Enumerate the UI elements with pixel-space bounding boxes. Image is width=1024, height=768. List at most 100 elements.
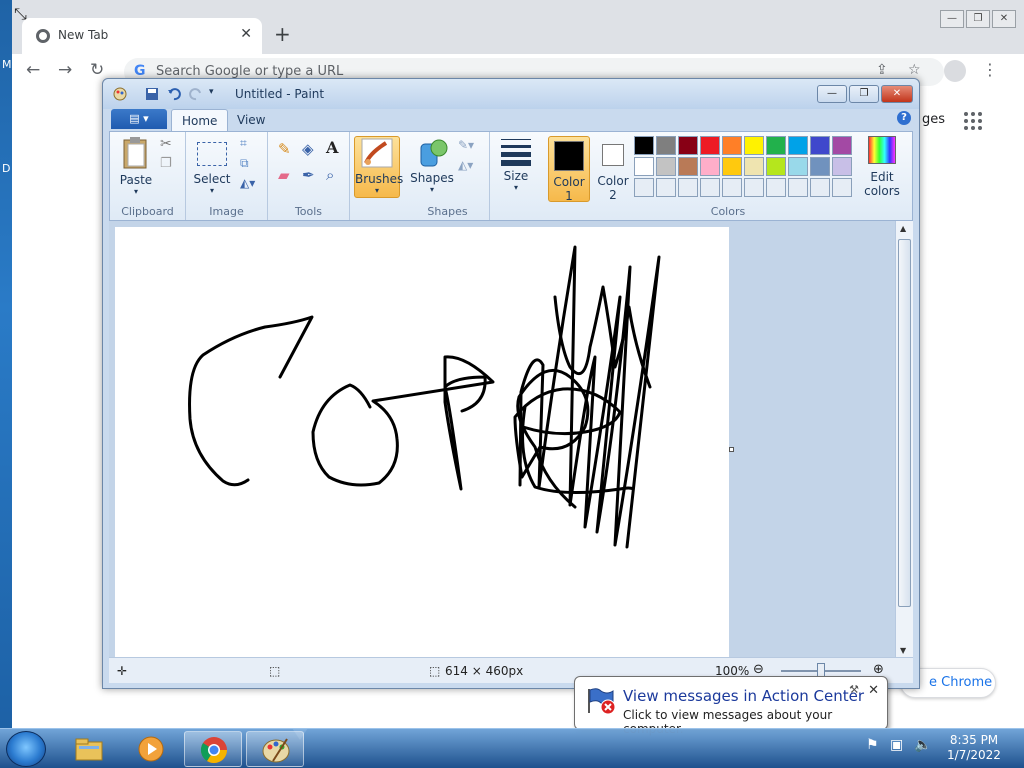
fill-shape-icon[interactable]: ◭▾ xyxy=(458,158,476,176)
redo-icon[interactable] xyxy=(189,87,203,101)
palette-swatch[interactable] xyxy=(788,157,808,176)
start-button[interactable] xyxy=(6,731,46,767)
palette-swatch[interactable] xyxy=(700,136,720,155)
palette-swatch[interactable] xyxy=(744,136,764,155)
palette-swatch[interactable] xyxy=(656,136,676,155)
rotate-icon[interactable]: ◭▾ xyxy=(240,176,258,194)
paste-dropdown-icon[interactable]: ▾ xyxy=(118,187,154,196)
notification-title[interactable]: View messages in Action Center xyxy=(623,687,864,705)
palette-swatch[interactable] xyxy=(722,136,742,155)
eraser-icon[interactable]: ▰ xyxy=(278,166,296,184)
zoom-out-icon[interactable]: ⊖ xyxy=(753,662,764,677)
resize-handle-right[interactable] xyxy=(729,447,734,452)
brushes-button[interactable]: Brushes ▾ xyxy=(354,136,403,198)
images-link[interactable]: ges xyxy=(922,112,945,127)
palette-swatch[interactable] xyxy=(766,136,786,155)
zoom-slider-thumb[interactable] xyxy=(817,663,825,677)
share-icon[interactable]: ⇪ xyxy=(876,62,888,78)
paint-menu-button[interactable]: ▤ ▾ xyxy=(111,109,167,129)
copy-icon[interactable]: ❐ xyxy=(160,156,178,174)
paint-maximize-button[interactable]: ❐ xyxy=(849,85,879,103)
forward-icon[interactable]: → xyxy=(58,60,72,80)
palette-swatch[interactable] xyxy=(722,178,742,197)
profile-avatar[interactable] xyxy=(944,60,966,82)
paint-minimize-button[interactable]: — xyxy=(817,85,847,103)
tab-close-icon[interactable]: ✕ xyxy=(240,26,252,42)
palette-swatch[interactable] xyxy=(722,157,742,176)
tab-view[interactable]: View xyxy=(227,109,275,131)
restore-button[interactable]: ❐ xyxy=(966,10,990,28)
paste-button[interactable]: Paste ▾ xyxy=(118,136,154,196)
palette-swatch[interactable] xyxy=(766,157,786,176)
palette-swatch[interactable] xyxy=(810,178,830,197)
palette-swatch[interactable] xyxy=(744,157,764,176)
palette-swatch[interactable] xyxy=(700,157,720,176)
taskbar-chrome[interactable] xyxy=(184,731,242,767)
text-tool-icon[interactable]: A xyxy=(326,138,344,157)
zoom-in-icon[interactable]: ⊕ xyxy=(873,662,884,677)
color2-button[interactable]: Color 2 xyxy=(592,136,634,202)
palette-swatch[interactable] xyxy=(810,157,830,176)
customize-qat-icon[interactable]: ▾ xyxy=(209,87,223,101)
scroll-down-icon[interactable]: ▼ xyxy=(900,646,906,655)
shapes-dropdown-icon[interactable]: ▾ xyxy=(410,185,454,194)
palette-swatch[interactable] xyxy=(744,178,764,197)
pin-icon[interactable]: ⚒ xyxy=(849,683,859,696)
paint-close-button[interactable]: ✕ xyxy=(881,85,913,103)
select-button[interactable]: Select ▾ xyxy=(192,136,232,195)
palette-swatch[interactable] xyxy=(766,178,786,197)
new-tab-button[interactable]: + xyxy=(274,22,291,46)
bookmark-star-icon[interactable]: ☆ xyxy=(908,62,921,78)
palette-swatch[interactable] xyxy=(656,178,676,197)
edit-colors-button[interactable]: Edit colors xyxy=(860,136,904,198)
color1-button[interactable]: Color 1 xyxy=(548,136,590,203)
palette-swatch[interactable] xyxy=(832,136,852,155)
size-button[interactable]: Size ▾ xyxy=(496,136,536,192)
shapes-button[interactable]: Shapes ▾ xyxy=(410,136,454,194)
taskbar-explorer[interactable] xyxy=(60,731,118,767)
back-icon[interactable]: ← xyxy=(26,60,40,80)
select-dropdown-icon[interactable]: ▾ xyxy=(192,186,232,195)
pencil-icon[interactable]: ✎ xyxy=(278,140,296,158)
palette-swatch[interactable] xyxy=(832,157,852,176)
palette-swatch[interactable] xyxy=(678,157,698,176)
palette-swatch[interactable] xyxy=(788,178,808,197)
palette-swatch[interactable] xyxy=(678,136,698,155)
magnifier-icon[interactable]: ⌕ xyxy=(326,166,344,184)
undo-icon[interactable] xyxy=(167,87,181,101)
chrome-menu-icon[interactable]: ⋮ xyxy=(982,60,998,79)
color-picker-icon[interactable]: ✒ xyxy=(302,166,320,184)
taskbar-media-player[interactable] xyxy=(122,731,180,767)
palette-swatch[interactable] xyxy=(634,157,654,176)
cut-icon[interactable]: ✂ xyxy=(160,136,178,154)
clock[interactable]: 8:35 PM 1/7/2022 xyxy=(938,733,1010,763)
scroll-up-icon[interactable]: ▲ xyxy=(900,224,906,233)
action-center-notification[interactable]: View messages in Action Center Click to … xyxy=(574,676,888,736)
apps-grid-icon[interactable] xyxy=(964,112,982,130)
palette-swatch[interactable] xyxy=(634,136,654,155)
network-icon[interactable]: ▣ xyxy=(890,737,903,753)
palette-swatch[interactable] xyxy=(832,178,852,197)
drawing-canvas[interactable] xyxy=(115,227,729,657)
minimize-button[interactable]: — xyxy=(940,10,964,28)
save-icon[interactable] xyxy=(145,87,159,101)
palette-swatch[interactable] xyxy=(788,136,808,155)
resize-icon[interactable]: ⧉ xyxy=(240,156,258,174)
notification-close-button[interactable]: ✕ xyxy=(868,683,879,698)
palette-swatch[interactable] xyxy=(656,157,676,176)
volume-icon[interactable]: 🔈 xyxy=(914,737,931,753)
reload-icon[interactable]: ↻ xyxy=(90,60,104,80)
help-icon[interactable]: ? xyxy=(897,111,911,125)
taskbar-paint[interactable] xyxy=(246,731,304,767)
outline-icon[interactable]: ✎▾ xyxy=(458,138,476,156)
palette-swatch[interactable] xyxy=(678,178,698,197)
crop-icon[interactable]: ⌗ xyxy=(240,136,258,154)
palette-swatch[interactable] xyxy=(634,178,654,197)
close-button[interactable]: ✕ xyxy=(992,10,1016,28)
tab-new-tab[interactable]: New Tab ✕ xyxy=(22,18,262,54)
tab-home[interactable]: Home xyxy=(171,109,229,131)
palette-swatch[interactable] xyxy=(700,178,720,197)
vertical-scrollbar[interactable]: ▲ ▼ xyxy=(895,221,913,657)
palette-swatch[interactable] xyxy=(810,136,830,155)
scroll-thumb[interactable] xyxy=(898,239,911,607)
